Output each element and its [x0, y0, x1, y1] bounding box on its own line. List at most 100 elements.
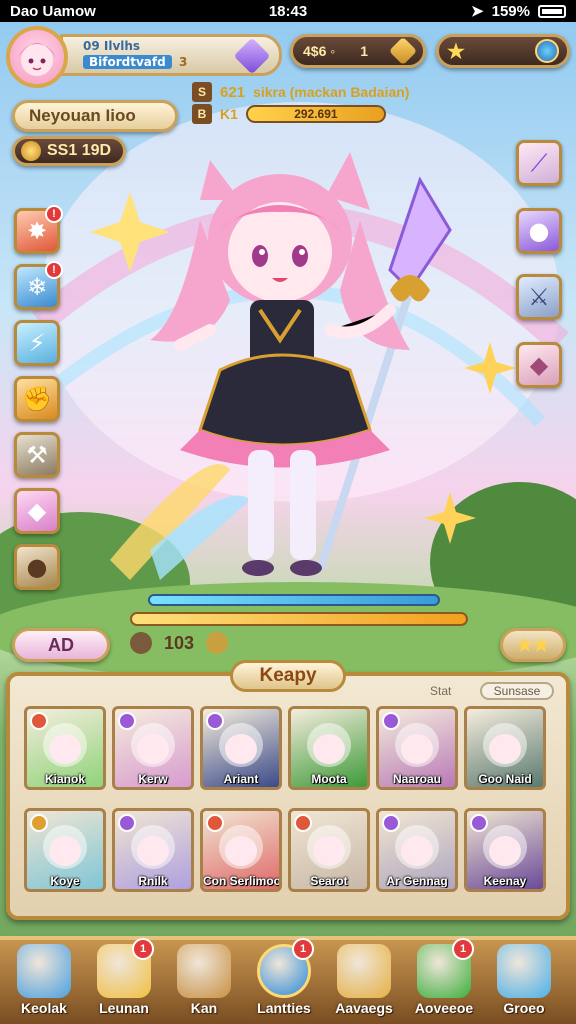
rarity-icon	[30, 814, 48, 832]
hero-card[interactable]: Koye	[24, 808, 106, 892]
rarity-icon	[382, 814, 400, 832]
level-badge: 3	[179, 55, 188, 69]
fire-icon: ✸	[26, 217, 48, 245]
hero-card-label: Moota	[311, 772, 347, 786]
action-counter: 103	[130, 632, 229, 654]
hero-card-label: Con Serlimoorg	[203, 874, 279, 888]
profile-line2: Bifordtvafd	[83, 55, 172, 69]
nameplate[interactable]: Neyouan Iioo	[12, 100, 178, 132]
hero-card-label: Ariant	[223, 772, 259, 786]
crystal-sword-icon: ⟋	[530, 149, 548, 177]
nav-item[interactable]: Groeo	[488, 944, 560, 1024]
hero-card-label: Koye	[50, 874, 80, 888]
lightning-icon: ⚡	[28, 329, 46, 357]
side-button-7[interactable]: ●	[14, 544, 60, 590]
currency-primary[interactable]: 4$6 ◦ 1	[290, 34, 426, 68]
nav-label: Leunan	[99, 1000, 149, 1016]
hero-card[interactable]: Kianok	[24, 706, 106, 790]
ad-button[interactable]: AD	[12, 628, 110, 662]
hero-card-label: Naaroau	[392, 772, 442, 786]
energy-bar	[130, 612, 468, 626]
hero-card-label: Rnilk	[138, 874, 168, 888]
blue-crystal-icon	[17, 944, 71, 998]
nav-item[interactable]: Kan	[168, 944, 240, 1024]
hero-card[interactable]: Ar Gennag	[376, 808, 458, 892]
avatar[interactable]	[6, 26, 68, 88]
currency-primary-value: 1	[360, 43, 368, 59]
info-line-1-icon: S	[192, 82, 212, 102]
nav-item[interactable]: 1 Aoveeoe	[408, 938, 480, 1024]
hero-card-label: Ar Gennag	[386, 874, 448, 888]
bottom-nav: Keolak 1 Leunan Kan 1 Lantties Aavaegs 1 Aoveeoe…	[0, 936, 576, 1024]
side-button-2[interactable]: ❄!	[14, 261, 63, 310]
info-line-2: B K1 292.691	[192, 104, 386, 124]
nav-item[interactable]: Keolak	[8, 944, 80, 1024]
rarity-icon	[118, 814, 136, 832]
info-line-1-value: 621	[220, 83, 246, 101]
pet-icon: ●	[26, 553, 48, 581]
gold-gem-icon	[388, 36, 418, 66]
right-button-4[interactable]: ◆	[516, 342, 562, 388]
nav-badge: 1	[452, 938, 474, 960]
notification-badge: !	[45, 205, 63, 223]
flower-icon	[497, 944, 551, 998]
hero-card[interactable]: Naaroau	[376, 706, 458, 790]
side-button-4[interactable]: ✊	[14, 376, 60, 422]
side-button-5[interactable]: ⚒	[14, 432, 60, 478]
cannon-icon: ⚒	[26, 441, 48, 469]
hero-card-label: Keenay	[483, 874, 527, 888]
nav-item[interactable]: 1 Leunan	[88, 938, 160, 1024]
hero-card[interactable]: Kerw	[112, 706, 194, 790]
rarity-icon	[30, 712, 48, 730]
location-icon: ➤	[471, 3, 484, 20]
hero-card[interactable]: Rnilk	[112, 808, 194, 892]
rarity-icon	[206, 712, 224, 730]
rating-button[interactable]: ★★	[500, 628, 566, 662]
character-illustration	[110, 152, 452, 580]
hero-card-label: Goo Naid	[478, 772, 532, 786]
sort-dropdown[interactable]: Sunsase	[480, 682, 554, 700]
compass-icon	[177, 944, 231, 998]
nav-badge: 1	[132, 938, 154, 960]
ice-icon: ❄	[26, 273, 48, 301]
status-bar: Dao Uamow 18:43 ➤ 159%	[0, 0, 576, 22]
side-button-6[interactable]: ◆	[14, 488, 60, 534]
nav-label: Groeo	[503, 1000, 545, 1016]
scroll-icon	[337, 944, 391, 998]
inventory-panel: Keapy Stat Sunsase Kianok Kerw Ariant Moota…	[6, 660, 570, 920]
side-button-3[interactable]: ⚡	[14, 320, 60, 366]
right-button-2[interactable]: ●	[516, 208, 562, 254]
rarity-icon	[294, 814, 312, 832]
crystal-icon: ◆	[27, 497, 47, 525]
side-button-1[interactable]: ✸!	[14, 205, 63, 254]
ad-button-label: AD	[48, 634, 74, 655]
profile-bar[interactable]: 09 Ilvlhs Bifordtvafd 3	[60, 34, 282, 76]
hero-card[interactable]: Con Serlimoorg	[200, 808, 282, 892]
info-line-1-text: sikra (mackan Badaian)	[253, 84, 410, 100]
hero-card[interactable]: Ariant	[200, 706, 282, 790]
action-counter-value: 103	[164, 632, 195, 653]
hero-card[interactable]: Goo Naid	[464, 706, 546, 790]
character-name: Neyouan Iioo	[29, 106, 136, 125]
currency-secondary[interactable]: ★	[436, 34, 570, 68]
hero-card[interactable]: Moota	[288, 706, 370, 790]
coin-icon	[21, 141, 41, 161]
carrier-name: Dao Uamow	[10, 2, 96, 20]
nav-item[interactable]: 1 Lantties	[248, 938, 320, 1024]
timer-icon	[130, 632, 152, 654]
star-icon: ★	[447, 40, 465, 63]
compass-icon	[535, 39, 559, 63]
right-button-3[interactable]: ⚔	[516, 274, 562, 320]
right-button-1[interactable]: ⟋	[516, 140, 562, 186]
hero-card[interactable]: Keenay	[464, 808, 546, 892]
info-line-2-icon: B	[192, 104, 212, 124]
nav-badge: 1	[292, 938, 314, 960]
nav-label: Lantties	[257, 1000, 311, 1016]
purple-orb-icon: ●	[528, 217, 550, 245]
avatar-face-icon	[18, 43, 56, 76]
hero-card[interactable]: Searot	[288, 808, 370, 892]
nav-item[interactable]: Aavaegs	[328, 944, 400, 1024]
stars-icon: ★★	[516, 634, 550, 655]
gauntlet-icon: ✊	[22, 385, 52, 413]
staff-icon: ⚔	[528, 283, 550, 311]
